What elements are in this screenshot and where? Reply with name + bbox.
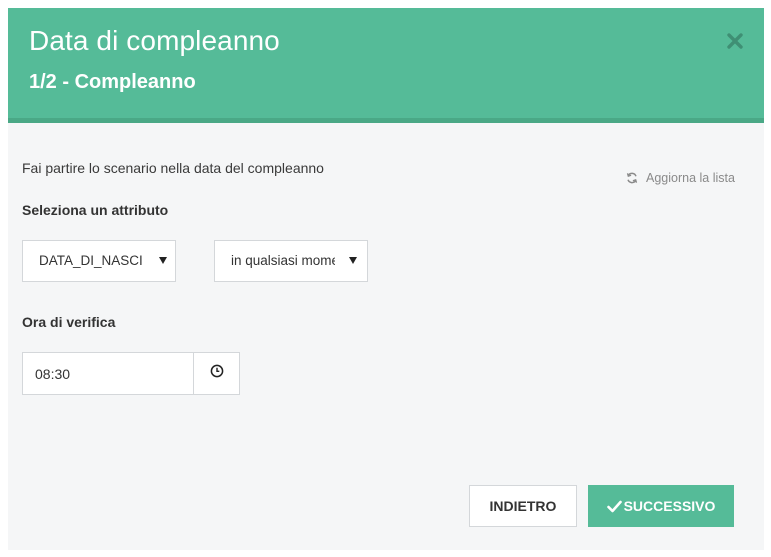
time-input[interactable] [22, 352, 194, 395]
next-button-label: SUCCESSIVO [623, 498, 716, 514]
modal-header: Data di compleanno 1/2 - Compleanno [8, 8, 764, 123]
next-button[interactable]: SUCCESSIVO [588, 485, 734, 527]
modal-title: Data di compleanno [29, 25, 280, 56]
refresh-icon [626, 172, 638, 184]
refresh-label: Aggiorna la lista [646, 171, 735, 185]
modal-subtitle: 1/2 - Compleanno [29, 71, 196, 93]
chevron-down-icon [349, 257, 357, 264]
clock-icon [210, 364, 224, 383]
clock-button[interactable] [193, 352, 240, 395]
intro-text: Fai partire lo scenario nella data del c… [22, 160, 324, 176]
when-select[interactable]: in qualsiasi momento [214, 240, 368, 282]
when-select-value: in qualsiasi momento [231, 253, 335, 268]
refresh-list-link[interactable]: Aggiorna la lista [626, 171, 735, 185]
time-label: Ora di verifica [22, 314, 116, 330]
birthday-modal: Data di compleanno 1/2 - Compleanno Fai … [8, 8, 764, 550]
check-icon [606, 500, 622, 513]
back-button-label: INDIETRO [489, 498, 557, 514]
close-icon [722, 28, 748, 54]
chevron-down-icon [159, 257, 167, 264]
close-button[interactable] [722, 28, 748, 54]
attribute-label: Seleziona un attributo [22, 202, 169, 218]
time-picker [22, 352, 240, 395]
attribute-select[interactable]: DATA_DI_NASCITA [22, 240, 176, 282]
back-button[interactable]: INDIETRO [469, 485, 577, 527]
attribute-select-value: DATA_DI_NASCITA [39, 253, 143, 268]
